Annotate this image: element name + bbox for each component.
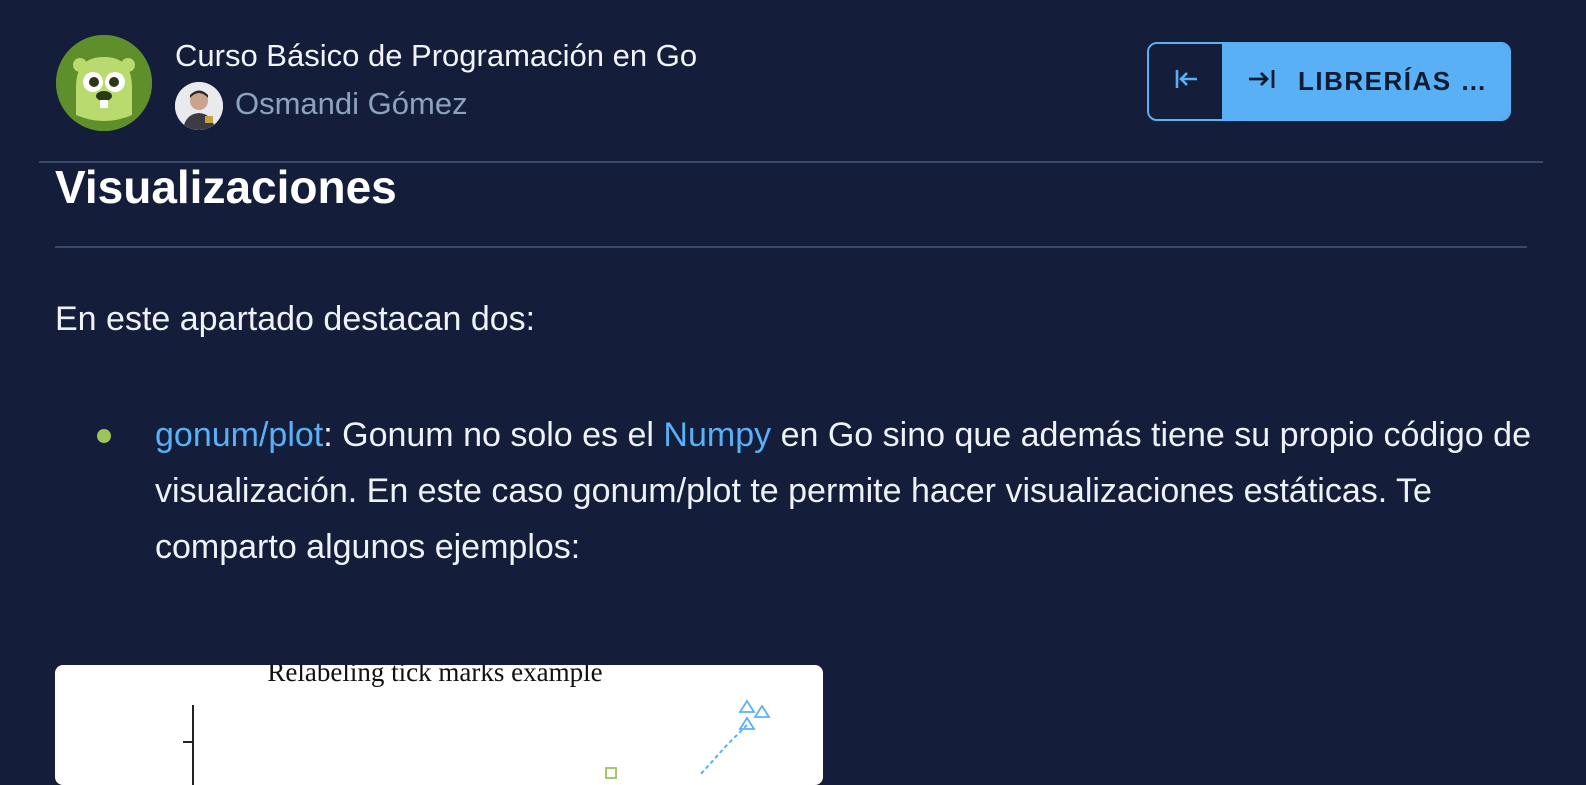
data-point-triangle	[738, 699, 756, 713]
author-name[interactable]: Osmandi Gómez	[235, 86, 468, 122]
next-lesson-label: LIBRERÍAS …	[1298, 66, 1488, 96]
series-line-blue	[699, 724, 748, 776]
gonum-plot-link[interactable]: gonum/plot	[155, 416, 323, 454]
course-header: Curso Básico de Programación en Go Osman…	[0, 0, 1586, 162]
arrow-left-to-line-icon	[1171, 64, 1201, 99]
arrow-right-to-line-icon	[1246, 64, 1278, 99]
data-point-triangle	[753, 704, 771, 718]
section-divider	[55, 246, 1527, 248]
next-lesson-button[interactable]: LIBRERÍAS …	[1222, 44, 1509, 119]
list-item: gonum/plot: Gonum no solo es el Numpy en…	[155, 407, 1535, 575]
previous-lesson-button[interactable]	[1149, 44, 1222, 119]
course-title[interactable]: Curso Básico de Programación en Go	[175, 38, 697, 74]
gopher-icon[interactable]	[56, 35, 152, 131]
intro-paragraph: En este apartado destacan dos:	[55, 300, 536, 338]
section-title: Visualizaciones	[55, 161, 397, 213]
bullet-text-part1: : Gonum no solo es el	[323, 416, 664, 454]
data-point-square	[605, 767, 617, 779]
lesson-navigation: LIBRERÍAS …	[1147, 42, 1511, 121]
chart-image: Relabeling tick marks example	[55, 665, 823, 785]
bullet-marker	[97, 429, 111, 443]
data-point-triangle	[738, 716, 756, 730]
avatar[interactable]	[175, 82, 223, 130]
chart-title: Relabeling tick marks example	[267, 665, 602, 687]
numpy-link[interactable]: Numpy	[663, 416, 771, 454]
